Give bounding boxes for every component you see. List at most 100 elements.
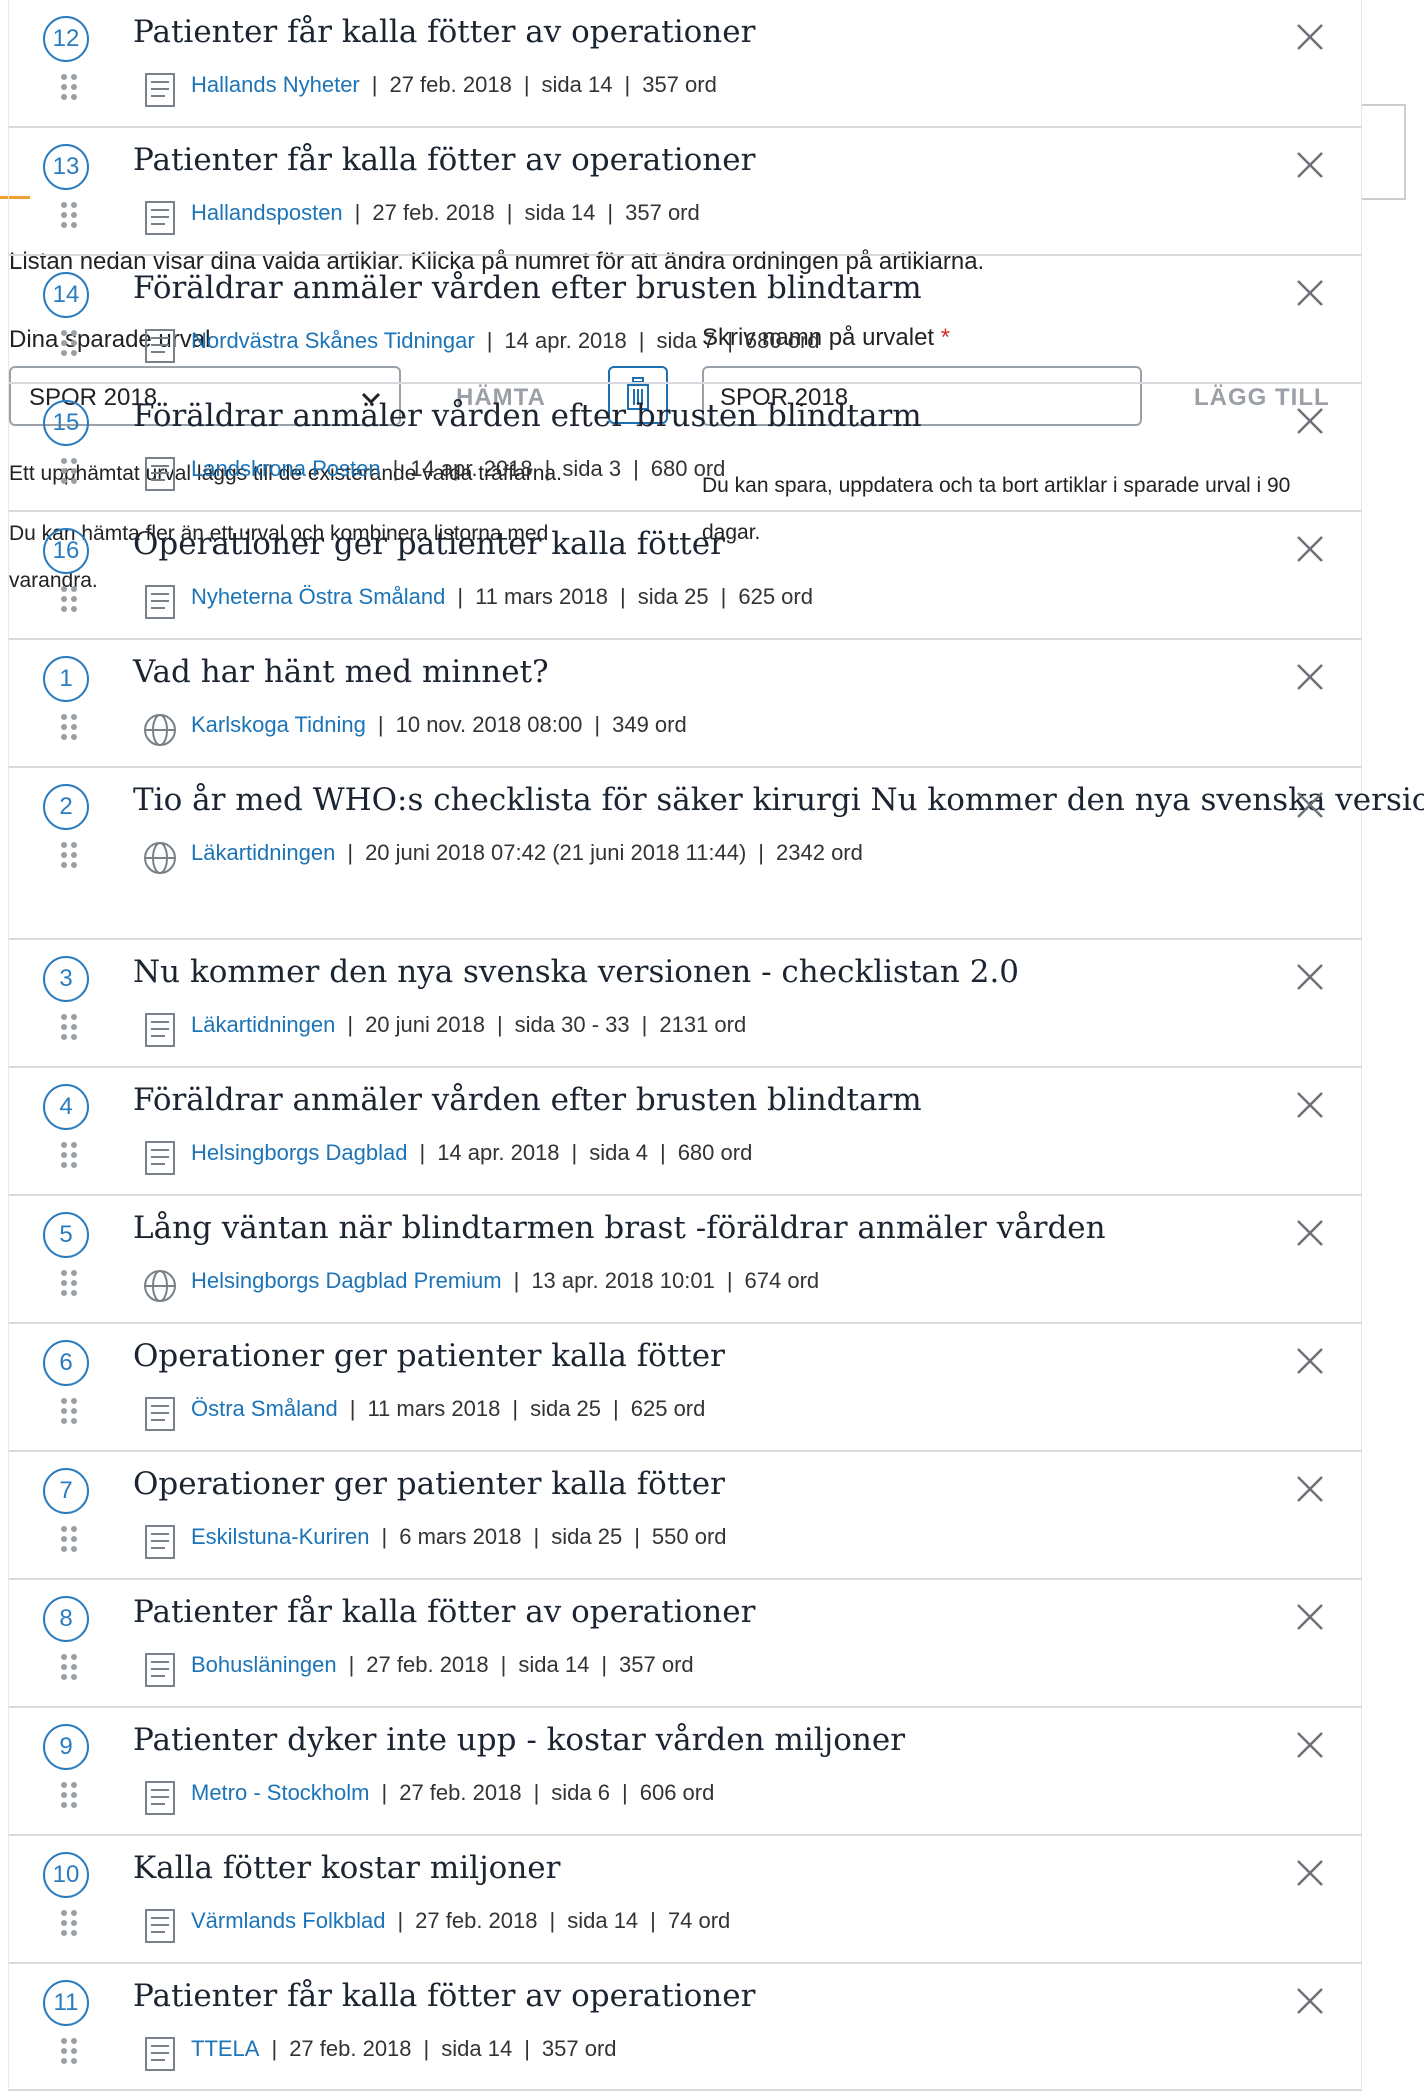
article-source[interactable]: Läkartidningen <box>191 1012 335 1037</box>
drag-handle-icon[interactable] <box>61 74 79 104</box>
article-title[interactable]: Kalla fötter kostar miljoner <box>133 1850 560 1886</box>
list-item: 12 Patienter får kalla fötter av operatio… <box>8 0 1362 128</box>
drag-handle-icon[interactable] <box>61 842 79 872</box>
article-title[interactable]: Vad har hänt med minnet? <box>133 654 549 690</box>
article-page: sida 14 <box>441 2036 513 2061</box>
article-date: 20 juni 2018 <box>365 1012 485 1037</box>
article-title[interactable]: Lång väntan när blindtarmen brast -föräl… <box>133 1210 1106 1246</box>
article-source[interactable]: Hallands Nyheter <box>191 72 360 97</box>
article-title[interactable]: Patienter får kalla fötter av operatione… <box>133 1594 755 1630</box>
remove-article-icon[interactable] <box>1295 662 1325 692</box>
drag-handle-icon[interactable] <box>61 1270 79 1300</box>
drag-handle-icon[interactable] <box>61 458 79 488</box>
article-order-number[interactable]: 15 <box>43 400 89 446</box>
remove-article-icon[interactable] <box>1295 1858 1325 1888</box>
article-source[interactable]: Värmlands Folkblad <box>191 1908 385 1933</box>
drag-handle-icon[interactable] <box>61 1014 79 1044</box>
article-title[interactable]: Patienter dyker inte upp - kostar vården… <box>133 1722 905 1758</box>
article-order-number[interactable]: 13 <box>43 144 89 190</box>
remove-article-icon[interactable] <box>1295 534 1325 564</box>
drag-handle-icon[interactable] <box>61 714 79 744</box>
article-source[interactable]: Eskilstuna-Kuriren <box>191 1524 370 1549</box>
remove-article-icon[interactable] <box>1295 1218 1325 1248</box>
remove-article-icon[interactable] <box>1295 1602 1325 1632</box>
article-source[interactable]: Helsingborgs Dagblad Premium <box>191 1268 502 1293</box>
remove-article-icon[interactable] <box>1295 962 1325 992</box>
article-title[interactable]: Föräldrar anmäler vården efter brusten b… <box>133 398 922 434</box>
article-order-number[interactable]: 3 <box>43 956 89 1002</box>
drag-handle-icon[interactable] <box>61 1142 79 1172</box>
article-source[interactable]: TTELA <box>191 2036 259 2061</box>
article-source[interactable]: Nordvästra Skånes Tidningar <box>191 328 475 353</box>
article-order-number[interactable]: 11 <box>43 1980 89 2026</box>
drag-handle-icon[interactable] <box>61 330 79 360</box>
drag-handle-icon[interactable] <box>61 1654 79 1684</box>
article-source[interactable]: Landskrona Posten <box>191 456 381 481</box>
article-title[interactable]: Patienter får kalla fötter av operatione… <box>133 1978 755 2014</box>
article-order-number[interactable]: 1 <box>43 656 89 702</box>
article-title[interactable]: Nu kommer den nya svenska versionen - ch… <box>133 954 1019 990</box>
remove-article-icon[interactable] <box>1295 1474 1325 1504</box>
remove-article-icon[interactable] <box>1295 150 1325 180</box>
article-order-number[interactable]: 8 <box>43 1596 89 1642</box>
article-source[interactable]: Metro - Stockholm <box>191 1780 370 1805</box>
article-title[interactable]: Operationer ger patienter kalla fötter <box>133 526 725 562</box>
article-order-number[interactable]: 7 <box>43 1468 89 1514</box>
article-order-number[interactable]: 16 <box>43 528 89 574</box>
article-title[interactable]: Patienter får kalla fötter av operatione… <box>133 14 755 50</box>
article-order-number[interactable]: 10 <box>43 1852 89 1898</box>
article-meta: Nordvästra Skånes Tidningar | 14 apr. 2018… <box>191 328 820 354</box>
article-title[interactable]: Föräldrar anmäler vården efter brusten b… <box>133 1082 922 1118</box>
remove-article-icon[interactable] <box>1295 22 1325 52</box>
article-order-number[interactable]: 14 <box>43 272 89 318</box>
article-words: 357 ord <box>619 1652 694 1677</box>
article-meta: Läkartidningen | 20 juni 2018 07:42 (21 ju… <box>191 840 863 866</box>
remove-article-icon[interactable] <box>1295 1986 1325 2016</box>
drag-handle-icon[interactable] <box>61 202 79 232</box>
drag-handle-icon[interactable] <box>61 1782 79 1812</box>
article-source[interactable]: Östra Småland <box>191 1396 338 1421</box>
article-page: sida 6 <box>551 1780 610 1805</box>
article-order-number[interactable]: 6 <box>43 1340 89 1386</box>
article-order-number[interactable]: 4 <box>43 1084 89 1130</box>
article-order-number[interactable]: 2 <box>43 784 89 830</box>
remove-article-icon[interactable] <box>1295 790 1325 820</box>
meta-separator: | <box>659 1140 666 1165</box>
drag-handle-icon[interactable] <box>61 1526 79 1556</box>
article-source[interactable]: Karlskoga Tidning <box>191 712 366 737</box>
meta-separator: | <box>381 1524 388 1549</box>
article-source[interactable]: Nyheterna Östra Småland <box>191 584 445 609</box>
meta-separator: | <box>533 1524 540 1549</box>
article-date: 11 mars 2018 <box>475 584 608 609</box>
meta-separator: | <box>634 1524 640 1549</box>
remove-article-icon[interactable] <box>1295 1730 1325 1760</box>
remove-article-icon[interactable] <box>1295 278 1325 308</box>
article-source[interactable]: Helsingborgs Dagblad <box>191 1140 407 1165</box>
remove-article-icon[interactable] <box>1295 1090 1325 1120</box>
article-title[interactable]: Operationer ger patienter kalla fötter <box>133 1466 725 1502</box>
drag-handle-icon[interactable] <box>61 1910 79 1940</box>
article-page: sida 14 <box>524 200 596 225</box>
article-source[interactable]: Bohusläningen <box>191 1652 337 1677</box>
article-title[interactable]: Patienter får kalla fötter av operatione… <box>133 142 755 178</box>
article-order-number[interactable]: 12 <box>43 16 89 62</box>
article-source[interactable]: Läkartidningen <box>191 840 335 865</box>
globe-icon <box>144 842 176 874</box>
remove-article-icon[interactable] <box>1295 1346 1325 1376</box>
drag-handle-icon[interactable] <box>61 586 79 616</box>
meta-separator: | <box>533 1780 540 1805</box>
drag-handle-icon[interactable] <box>61 2038 79 2068</box>
article-title[interactable]: Tio år med WHO:s checklista för säker ki… <box>133 782 1424 818</box>
article-order-number[interactable]: 5 <box>43 1212 89 1258</box>
article-words: 349 ord <box>612 712 687 737</box>
article-source[interactable]: Hallandsposten <box>191 200 343 225</box>
article-date: 27 feb. 2018 <box>415 1908 538 1933</box>
remove-article-icon[interactable] <box>1295 406 1325 436</box>
drag-handle-icon[interactable] <box>61 1398 79 1428</box>
article-title[interactable]: Föräldrar anmäler vården efter brusten b… <box>133 270 922 306</box>
article-order-number[interactable]: 9 <box>43 1724 89 1770</box>
meta-separator: | <box>347 840 354 865</box>
article-meta: Hallandsposten | 27 feb. 2018 | sida 14 | 357 … <box>191 200 700 226</box>
article-title[interactable]: Operationer ger patienter kalla fötter <box>133 1338 725 1374</box>
meta-separator: | <box>371 72 378 97</box>
